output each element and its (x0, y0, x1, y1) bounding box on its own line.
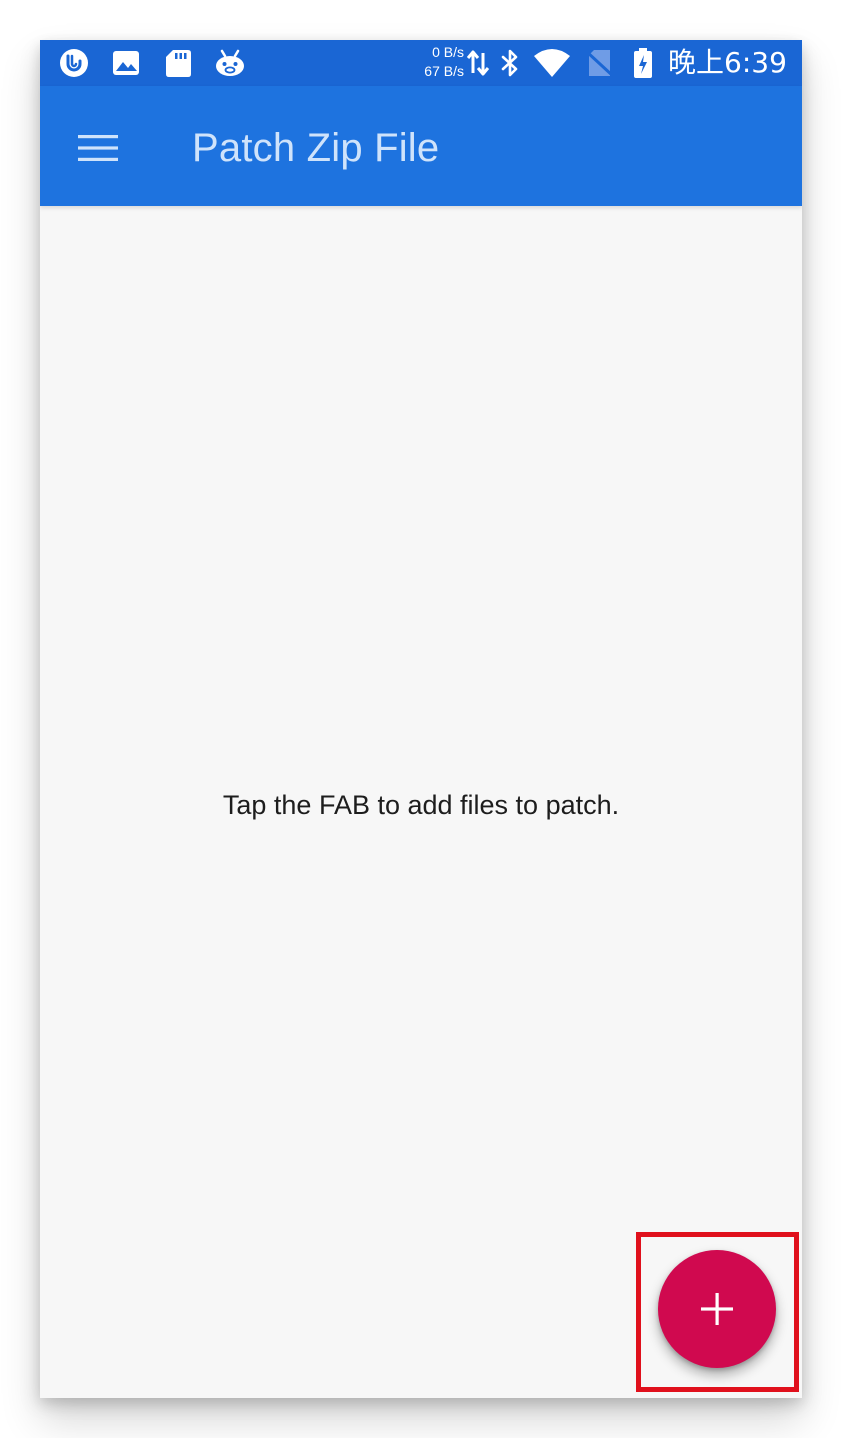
bluetooth-icon (496, 47, 524, 79)
empty-state-message: Tap the FAB to add files to patch. (222, 790, 620, 820)
add-files-fab[interactable] (658, 1250, 776, 1368)
upload-speed: 0 B/s (432, 44, 464, 60)
hook-notification-icon (58, 47, 90, 79)
network-speed: 0 B/s 67 B/s (410, 43, 464, 81)
phone-screen: 0 B/s 67 B/s 晚上6:39 Patch Zip File Tap t… (40, 40, 802, 1398)
plus-icon (701, 1293, 733, 1325)
no-sim-icon (584, 47, 616, 79)
download-speed: 67 B/s (424, 63, 464, 79)
status-bar: 0 B/s 67 B/s 晚上6:39 (40, 40, 802, 86)
hamburger-menu-icon (78, 135, 118, 161)
app-bar: Patch Zip File (40, 86, 802, 206)
gallery-icon (110, 47, 142, 79)
wifi-icon (532, 47, 572, 79)
data-arrows-icon (464, 47, 492, 79)
page-title: Patch Zip File (192, 126, 440, 170)
navigation-menu-button[interactable] (62, 112, 134, 184)
status-time: 晚上6:39 (668, 46, 787, 79)
robot-app-icon (214, 47, 246, 79)
sd-card-icon (162, 47, 194, 79)
battery-charging-icon (630, 47, 656, 79)
